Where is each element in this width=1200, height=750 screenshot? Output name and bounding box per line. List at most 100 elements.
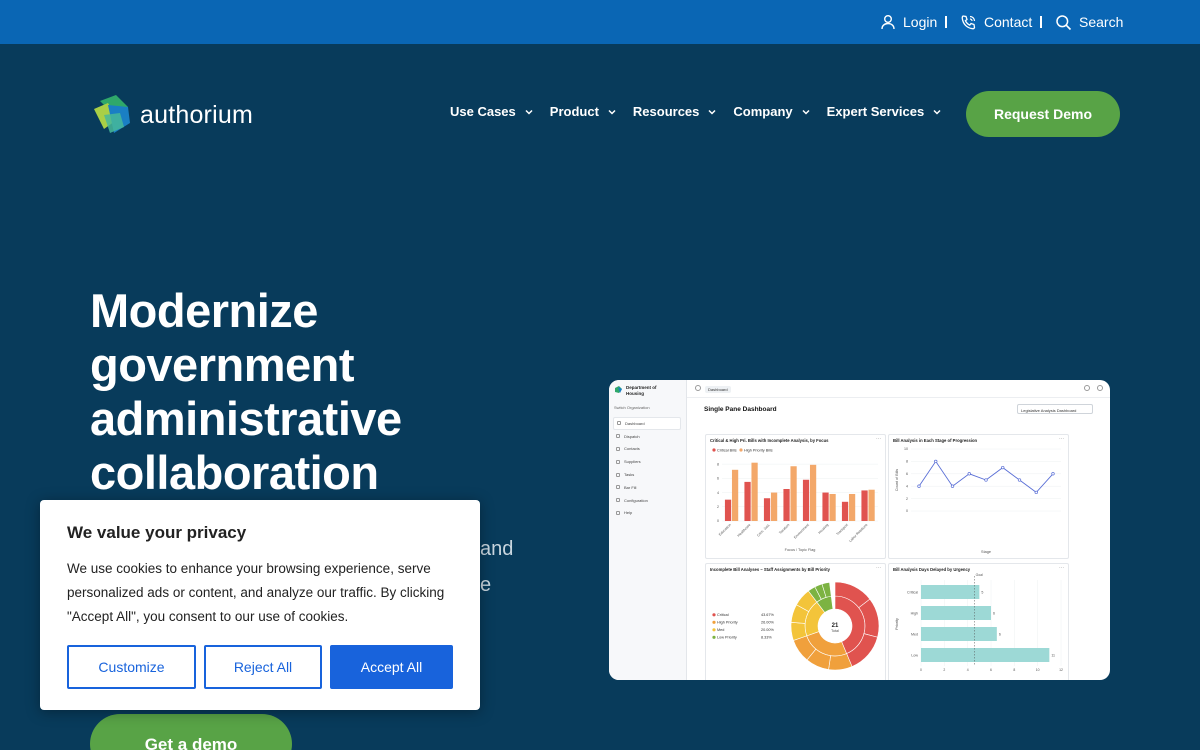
x-tick-label: Environment <box>793 523 810 540</box>
hero-title-line: Modernize <box>90 284 318 337</box>
bar-high-priority <box>848 493 856 521</box>
nav-product[interactable]: Product <box>550 104 617 119</box>
bell-icon <box>1084 385 1090 391</box>
login-label: Login <box>903 14 938 30</box>
dashboard-sidebar-label: Suppliers <box>624 459 641 465</box>
dashboard-sidebar-item: Help <box>613 507 681 520</box>
x-tick-label: Labor Relations <box>848 523 868 543</box>
dashboard-sidebar-label: Bar Fill <box>624 484 637 490</box>
legend-swatch <box>712 613 716 617</box>
phone-icon <box>961 14 976 29</box>
x-tick-label: Education <box>718 523 732 537</box>
search-label: Search <box>1079 14 1124 30</box>
cookie-title: We value your privacy <box>67 523 247 542</box>
data-point <box>967 472 971 476</box>
nav-label: Resources <box>632 104 700 119</box>
bar-critical <box>724 499 732 521</box>
org-name-line: Housing <box>626 391 644 396</box>
chevron-down-icon <box>802 109 810 115</box>
nav-company[interactable]: Company <box>733 104 810 119</box>
configuration-icon <box>616 498 620 503</box>
brand-name: authorium <box>140 100 253 129</box>
dashboard-sidebar-label: Dashboard <box>625 420 645 426</box>
search-link[interactable]: Search <box>1055 0 1123 44</box>
y-tick-label: High <box>911 612 918 616</box>
contact-link[interactable]: Contact <box>960 0 1032 44</box>
data-point <box>1017 478 1022 482</box>
legend-swatch <box>712 448 716 452</box>
bar-fill-icon <box>616 485 620 490</box>
bar-high-priority <box>868 489 875 521</box>
bar-high-priority <box>731 469 739 521</box>
y-tick-label: Critical <box>907 591 918 595</box>
hbar-chart-card: Bill Analysis Days Delayed by Urgency ··… <box>888 563 1069 680</box>
dashboard-item-icon <box>617 421 621 426</box>
x-tick-label: 2 <box>943 668 945 672</box>
data-point <box>1034 490 1038 495</box>
y-tick-label: 0 <box>717 519 719 523</box>
legend-swatch <box>712 635 716 639</box>
nav-expert-services[interactable]: Expert Services <box>827 104 943 119</box>
data-point <box>984 478 988 482</box>
x-tick-label: 6 <box>990 668 992 672</box>
y-tick-label: 0 <box>906 509 908 513</box>
hero-subtitle-fragment: and <box>480 538 514 560</box>
dashboard-sidebar-label: Help <box>624 510 633 516</box>
y-axis-label: Priority <box>895 618 899 630</box>
switch-organization: Switch Organization <box>614 405 650 410</box>
account-icon <box>1097 385 1103 391</box>
dashboard-breadcrumb: Dashboard <box>705 386 731 393</box>
separator <box>945 16 947 28</box>
y-tick-label: 10 <box>904 447 908 451</box>
legend-label: Med <box>717 628 724 632</box>
accept-all-button[interactable]: Accept All <box>330 645 453 689</box>
data-label: 11 <box>1051 654 1055 658</box>
help-icon <box>616 510 620 515</box>
nav-use-cases[interactable]: Use Cases <box>450 104 534 119</box>
request-demo-button[interactable]: Request Demo <box>966 91 1120 137</box>
data-point <box>934 459 938 464</box>
bar-high-priority <box>809 464 817 521</box>
data-label: 5 <box>981 591 983 595</box>
tasks-icon <box>616 472 620 477</box>
x-axis-label: Focus / Topic Flag <box>785 548 816 552</box>
hero-subtitle-fragment: e <box>480 574 492 596</box>
hbar <box>921 606 991 620</box>
login-link[interactable]: Login <box>880 0 937 44</box>
hbar <box>921 648 1050 662</box>
legend-label: Critical Bills <box>717 449 737 453</box>
data-label: 6 <box>993 612 995 616</box>
authorium-logo-icon <box>94 95 130 133</box>
x-tick-label: Taxation <box>778 523 790 535</box>
data-point <box>1001 465 1005 470</box>
legend-label: High Priority <box>717 621 738 625</box>
hero-title-line: collaboration <box>90 446 379 499</box>
dashboard-sidebar-item: Tasks <box>613 468 681 481</box>
x-tick-label: Healthcare <box>737 523 752 538</box>
nav-resources[interactable]: Resources <box>633 104 717 119</box>
bar-critical <box>841 501 849 521</box>
legend-label: Low Priority <box>717 636 737 640</box>
reject-all-button[interactable]: Reject All <box>204 645 322 689</box>
data-point <box>917 484 921 488</box>
bar-high-priority <box>829 493 836 521</box>
brand-logo[interactable]: authorium <box>90 93 253 137</box>
cookie-body: We use cookies to enhance your browsing … <box>67 561 445 624</box>
x-tick-label: 4 <box>967 668 969 672</box>
customize-button[interactable]: Customize <box>67 645 196 689</box>
line-chart-card: Bill Analysis in Each Stage of Progressi… <box>888 434 1069 559</box>
x-tick-label: 8 <box>1013 668 1015 672</box>
dashboard-sidebar-item: Bar Fill <box>613 481 681 494</box>
dashboard-sidebar-item: Dashboard <box>613 417 681 430</box>
main-nav: Use Cases Product Resources Company Expe… <box>450 104 942 119</box>
legend-percent: 26.00% <box>761 621 775 625</box>
hbar <box>921 585 980 599</box>
x-tick-label: 10 <box>1036 668 1040 672</box>
legend-percent: 8.33% <box>761 636 772 640</box>
get-demo-button[interactable]: Get a demo <box>90 714 292 750</box>
dashboard-sidebar-label: Contacts <box>624 446 640 452</box>
dashboard-sidebar-item: Dispatch <box>613 430 681 443</box>
legend-label: Critical <box>717 613 729 617</box>
search-icon <box>1056 14 1072 30</box>
separator <box>1040 16 1042 28</box>
